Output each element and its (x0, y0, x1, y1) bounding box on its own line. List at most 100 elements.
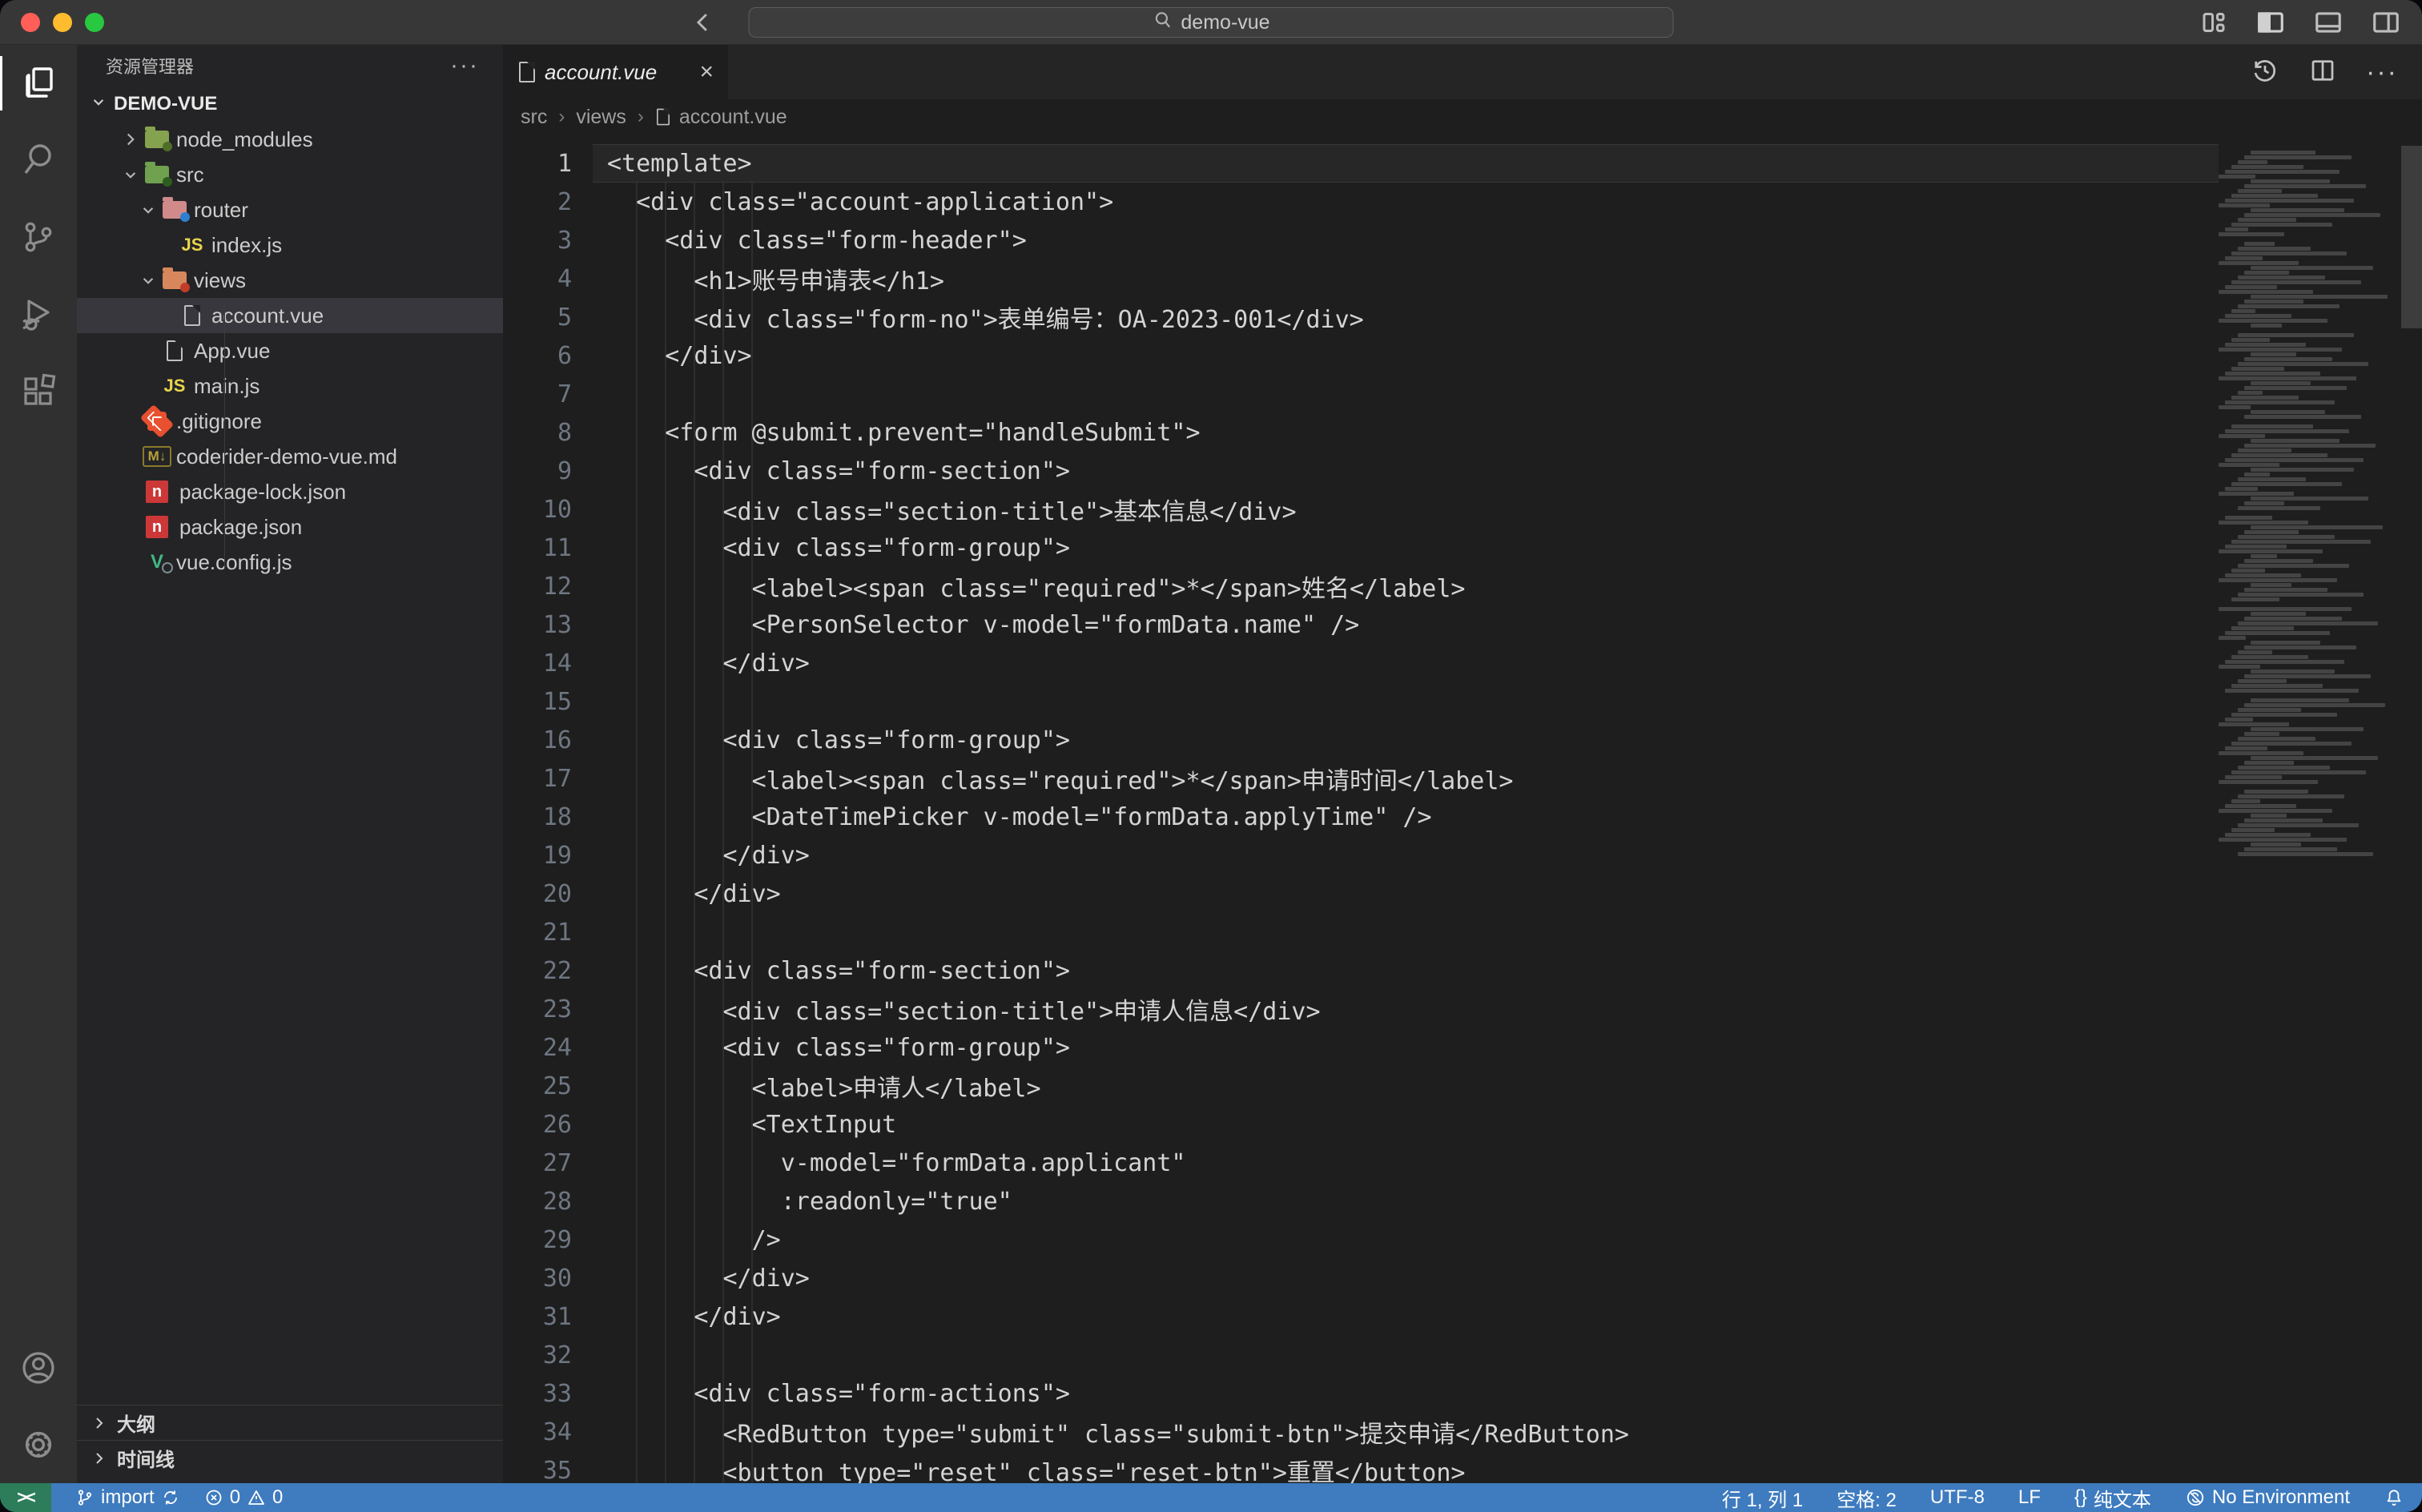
code-line-16[interactable]: 16 <div class="form-group"> (503, 721, 2219, 759)
close-window-button[interactable] (21, 13, 40, 32)
code-line-29[interactable]: 29 /> (503, 1220, 2219, 1259)
minimap-line (2238, 737, 2315, 741)
tree-item-label: package.json (179, 515, 302, 540)
code-line-20[interactable]: 20 </div> (503, 875, 2219, 913)
language-mode[interactable]: {} 纯文本 (2074, 1484, 2151, 1512)
tree-item-.gitignore[interactable]: .gitignore (77, 404, 503, 439)
minimap-line (2225, 602, 2315, 606)
code-line-25[interactable]: 25 <label>申请人</label> (503, 1067, 2219, 1105)
tree-root-demo-vue[interactable]: DEMO-VUE (77, 86, 503, 122)
close-tab-icon[interactable]: × (699, 58, 714, 86)
extensions-icon[interactable] (0, 352, 77, 429)
code-line-35[interactable]: 35 <button type="reset" class="reset-btn… (503, 1451, 2219, 1483)
toggle-sidebar-icon[interactable] (2255, 7, 2286, 38)
code-line-10[interactable]: 10 <div class="section-title">基本信息</div> (503, 490, 2219, 529)
code-line-12[interactable]: 12 <label><span class="required">*</span… (503, 567, 2219, 605)
chevron-right-icon (90, 1413, 109, 1433)
code-line-28[interactable]: 28 :readonly="true" (503, 1182, 2219, 1220)
code-line-3[interactable]: 3 <div class="form-header"> (503, 221, 2219, 259)
code-line-11[interactable]: 11 <div class="form-group"> (503, 529, 2219, 567)
split-editor-icon[interactable] (2308, 56, 2337, 89)
line-number: 28 (503, 1188, 593, 1216)
code-line-26[interactable]: 26 <TextInput (503, 1105, 2219, 1144)
code-line-17[interactable]: 17 <label><span class="required">*</span… (503, 759, 2219, 798)
minimap-line (2238, 708, 2301, 712)
code-line-21[interactable]: 21 (503, 913, 2219, 951)
code-line-31[interactable]: 31 </div> (503, 1297, 2219, 1336)
eol[interactable]: LF (2018, 1486, 2041, 1509)
minimap-line (2238, 535, 2335, 539)
code-line-23[interactable]: 23 <div class="section-title">申请人信息</div… (503, 990, 2219, 1028)
source-control-icon[interactable] (0, 199, 77, 275)
code-line-33[interactable]: 33 <div class="form-actions"> (503, 1374, 2219, 1413)
code-line-9[interactable]: 9 <div class="form-section"> (503, 452, 2219, 490)
code-line-14[interactable]: 14 </div> (503, 644, 2219, 682)
breadcrumb-file[interactable]: account.vue (655, 106, 787, 129)
code-line-2[interactable]: 2 <div class="account-application"> (503, 183, 2219, 221)
panel-outline[interactable]: 大纲 (77, 1405, 503, 1440)
minimap-line (2251, 612, 2306, 616)
explorer-icon[interactable] (0, 45, 77, 122)
code-line-15[interactable]: 15 (503, 682, 2219, 721)
remote-indicator[interactable]: >< (0, 1483, 51, 1512)
code-line-22[interactable]: 22 <div class="form-section"> (503, 951, 2219, 990)
code-line-4[interactable]: 4 <h1>账号申请表</h1> (503, 259, 2219, 298)
settings-gear-icon[interactable] (0, 1406, 77, 1483)
minimap[interactable] (2219, 135, 2400, 1483)
tree-item-index.js[interactable]: JSindex.js (77, 227, 503, 263)
cursor-position[interactable]: 行 1, 列 1 (1722, 1484, 1803, 1512)
breadcrumb-views[interactable]: views (576, 106, 626, 129)
more-actions-icon[interactable]: ··· (2366, 57, 2398, 88)
tree-item-package-lock.json[interactable]: npackage-lock.json (77, 474, 503, 509)
maximize-window-button[interactable] (85, 13, 104, 32)
problems-status[interactable]: 0 0 (204, 1486, 284, 1509)
line-text: </div> (593, 1265, 810, 1293)
timeline-history-icon[interactable] (2251, 56, 2279, 89)
tree-item-package.json[interactable]: npackage.json (77, 509, 503, 545)
panel-timeline[interactable]: 时间线 (77, 1440, 503, 1475)
tree-item-main.js[interactable]: JSmain.js (77, 368, 503, 404)
explorer-more-actions-icon[interactable]: ··· (450, 62, 479, 70)
minimap-line (2251, 756, 2378, 760)
back-icon[interactable] (690, 9, 718, 36)
code-line-27[interactable]: 27 v-model="formData.applicant" (503, 1144, 2219, 1182)
indentation[interactable]: 空格: 2 (1837, 1484, 1897, 1512)
code-line-5[interactable]: 5 <div class="form-no">表单编号：OA-2023-001<… (503, 298, 2219, 336)
run-debug-icon[interactable] (0, 275, 77, 352)
branch-status[interactable]: import (75, 1486, 180, 1509)
environment-status[interactable]: No Environment (2185, 1486, 2350, 1509)
code-line-6[interactable]: 6 </div> (503, 336, 2219, 375)
code-line-8[interactable]: 8 <form @submit.prevent="handleSubmit"> (503, 413, 2219, 452)
tree-item-src[interactable]: src (77, 157, 503, 192)
tree-item-vue.config.js[interactable]: Vvue.config.js (77, 545, 503, 580)
code-line-30[interactable]: 30 </div> (503, 1259, 2219, 1297)
code-line-32[interactable]: 32 (503, 1336, 2219, 1374)
command-center-search[interactable]: demo-vue (749, 7, 1674, 38)
tree-item-account.vue[interactable]: account.vue (77, 298, 503, 333)
code-line-24[interactable]: 24 <div class="form-group"> (503, 1028, 2219, 1067)
tree-item-coderider-demo-vue.md[interactable]: M↓coderider-demo-vue.md (77, 439, 503, 474)
customize-layout-icon[interactable] (2199, 8, 2228, 37)
code-line-7[interactable]: 7 (503, 375, 2219, 413)
minimize-window-button[interactable] (53, 13, 72, 32)
code-line-34[interactable]: 34 <RedButton type="submit" class="submi… (503, 1413, 2219, 1451)
code-line-18[interactable]: 18 <DateTimePicker v-model="formData.app… (503, 798, 2219, 836)
tree-item-node_modules[interactable]: node_modules (77, 122, 503, 157)
tree-item-router[interactable]: router (77, 192, 503, 227)
encoding[interactable]: UTF-8 (1930, 1486, 1985, 1509)
line-number: 10 (503, 496, 593, 524)
scrollbar-thumb[interactable] (2401, 146, 2422, 328)
toggle-secondary-sidebar-icon[interactable] (2371, 7, 2401, 38)
code-line-19[interactable]: 19 </div> (503, 836, 2219, 875)
code-line-1[interactable]: 1<template> (503, 144, 2219, 183)
account-icon[interactable] (0, 1329, 77, 1406)
tab-account-vue[interactable]: account.vue × (503, 45, 729, 99)
tree-item-App.vue[interactable]: App.vue (77, 333, 503, 368)
search-sidebar-icon[interactable] (0, 122, 77, 199)
code-line-13[interactable]: 13 <PersonSelector v-model="formData.nam… (503, 605, 2219, 644)
tree-item-views[interactable]: views (77, 263, 503, 298)
toggle-panel-icon[interactable] (2313, 7, 2344, 38)
notifications-bell-icon[interactable] (2384, 1487, 2404, 1508)
minimap-line (2225, 660, 2344, 664)
breadcrumb-src[interactable]: src (521, 106, 547, 129)
